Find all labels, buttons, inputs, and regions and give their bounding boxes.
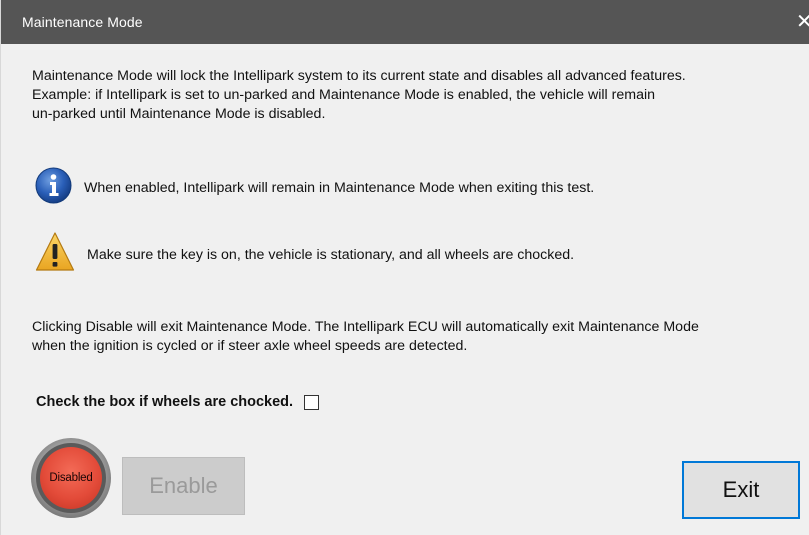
warning-note: Make sure the key is on, the vehicle is … [35,231,574,278]
maintenance-mode-dialog: Maintenance Mode ✕ Maintenance Mode will… [0,0,809,535]
info-note: When enabled, Intellipark will remain in… [35,167,594,209]
status-indicator-label: Disabled [49,472,93,484]
description-line: Maintenance Mode will lock the Intellipa… [32,68,686,84]
info-icon [35,167,72,209]
ecu-note-line: when the ignition is cycled or if steer … [32,338,468,354]
status-indicator: Disabled [31,438,111,518]
chock-checkbox[interactable] [304,394,320,410]
close-icon[interactable]: ✕ [796,10,809,34]
chock-checkbox-label: Check the box if wheels are chocked. [36,394,294,410]
warning-note-text: Make sure the key is on, the vehicle is … [87,246,575,263]
warning-icon [35,231,75,278]
chock-check-row: Check the box if wheels are chocked. [36,394,320,410]
ecu-note-text: Clicking Disable will exit Maintenance M… [32,318,807,356]
title-bar: Maintenance Mode ✕ [1,0,809,44]
ecu-note-line: Clicking Disable will exit Maintenance M… [32,319,699,335]
enable-button[interactable]: Enable [122,457,245,515]
description-text: Maintenance Mode will lock the Intellipa… [32,67,802,124]
exit-button[interactable]: Exit [682,461,800,519]
description-line: un-parked until Maintenance Mode is disa… [32,106,326,122]
status-lamp: Disabled [40,447,102,509]
description-line: Example: if Intellipark is set to un-par… [32,87,656,103]
info-note-text: When enabled, Intellipark will remain in… [84,180,595,196]
window-title: Maintenance Mode [22,14,143,30]
